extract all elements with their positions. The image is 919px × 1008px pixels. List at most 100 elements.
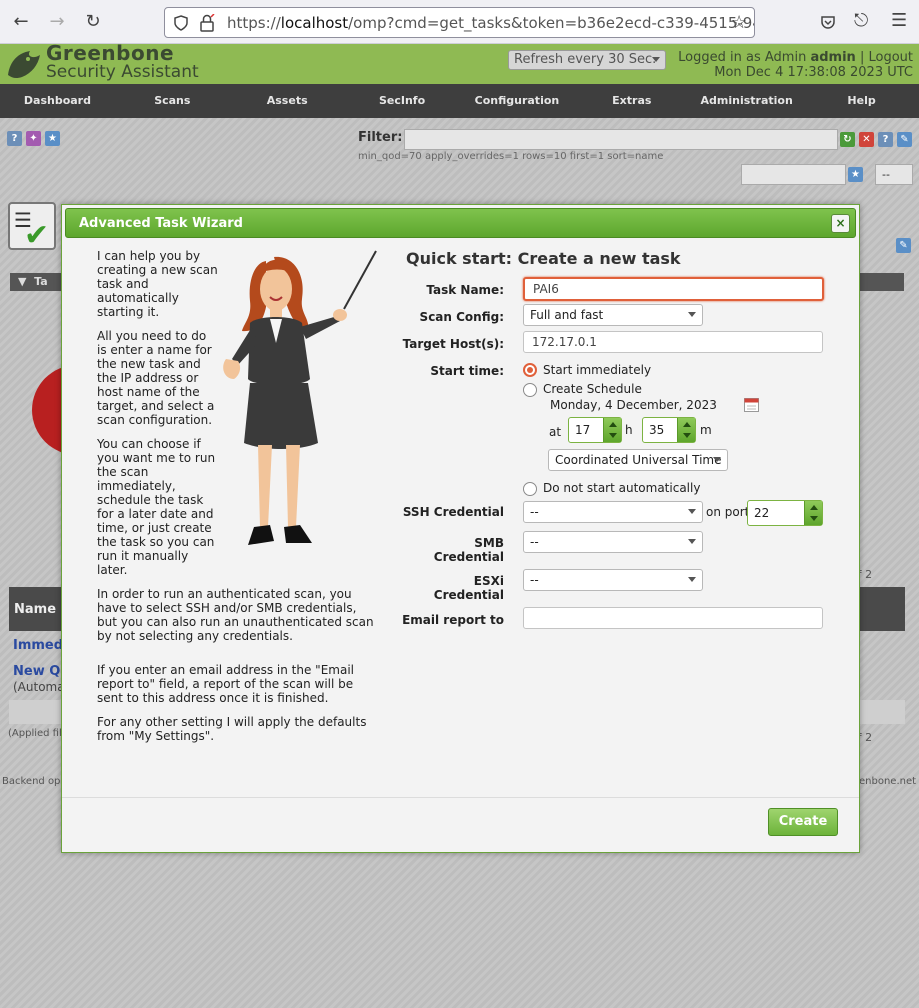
spinner-arrows-icon[interactable] [677, 418, 695, 442]
logout-link[interactable]: Logout [868, 50, 913, 65]
help-paragraph: If you enter an email address in the "Em… [97, 663, 354, 705]
main-nav: Dashboard Scans Assets SecInfo Configura… [0, 84, 919, 118]
help-icon[interactable]: ? [7, 131, 22, 146]
scan-config-label: Scan Config: [419, 310, 504, 324]
app-logo[interactable]: Greenbone Security Assistant [46, 43, 199, 82]
wizard-illustration [223, 250, 377, 545]
datetime: Mon Dec 4 17:38:08 2023 UTC [714, 65, 913, 80]
nav-dashboard[interactable]: Dashboard [0, 84, 115, 118]
tasks-section-icon: ☰ ✔ [8, 202, 56, 253]
chevron-down-icon [688, 509, 696, 514]
help-paragraph: For any other setting I will apply the d… [97, 715, 367, 743]
pocket-icon[interactable] [820, 14, 836, 30]
filter-select[interactable]: -- [875, 164, 913, 185]
app-header: Greenbone Security Assistant Refresh eve… [0, 43, 919, 84]
chevron-down-icon [688, 539, 696, 544]
dialog-divider [62, 797, 859, 798]
nav-extras[interactable]: Extras [574, 84, 689, 118]
new-task-icon[interactable]: ★ [45, 131, 60, 146]
nav-configuration[interactable]: Configuration [460, 84, 575, 118]
chevron-down-icon [688, 577, 696, 582]
target-hosts-input[interactable]: 172.17.0.1 [523, 331, 823, 353]
reload-icon[interactable]: ↻ [80, 9, 106, 35]
esxi-credential-label: ESXi Credential [433, 574, 504, 602]
nav-secinfo[interactable]: SecInfo [345, 84, 460, 118]
task-name-label: Task Name: [426, 283, 504, 297]
start-immediately-label[interactable]: Start immediately [543, 363, 651, 377]
task-name-input[interactable]: PAI6 [523, 277, 824, 301]
at-label: at [549, 425, 562, 439]
bookmark-star-icon[interactable]: ☆ [731, 12, 747, 33]
back-icon[interactable]: ← [8, 9, 34, 35]
close-icon[interactable]: × [831, 214, 850, 233]
help-paragraph: All you need to do is enter a name for t… [97, 329, 215, 427]
dialog-title-bar[interactable]: Advanced Task Wizard × [65, 208, 856, 238]
wizard-icon[interactable]: ✦ [26, 131, 41, 146]
start-time-label: Start time: [430, 364, 504, 378]
url-text: https://localhost/omp?cmd=get_tasks&toke… [227, 14, 755, 32]
hour-spinner[interactable]: 17 [568, 417, 622, 443]
hour-unit: h [625, 423, 633, 437]
smb-credential-label: SMB Credential [433, 536, 504, 564]
browser-toolbar: ← → ↻ https://localhost/omp?cmd=get_task… [0, 0, 919, 44]
ssh-credential-select[interactable]: -- [523, 501, 703, 523]
filter-name-input[interactable] [741, 164, 846, 185]
email-report-label: Email report to [402, 613, 504, 627]
edit-filter-icon[interactable]: ✎ [897, 132, 912, 147]
nav-administration[interactable]: Administration [689, 84, 804, 118]
greenbone-logo-icon [8, 51, 40, 79]
on-port-label: on port [706, 505, 750, 519]
timezone-select[interactable]: Coordinated Universal Time [548, 449, 728, 471]
filter-input[interactable] [404, 129, 838, 150]
save-filter-icon[interactable]: ★ [848, 167, 863, 182]
reset-filter-icon[interactable]: ✕ [859, 132, 874, 147]
minute-unit: m [700, 423, 712, 437]
nav-scans[interactable]: Scans [115, 84, 230, 118]
nav-assets[interactable]: Assets [230, 84, 345, 118]
refresh-filter-icon[interactable]: ↻ [840, 132, 855, 147]
minute-spinner[interactable]: 35 [642, 417, 696, 443]
create-button[interactable]: Create [768, 808, 838, 836]
col-name-header[interactable]: Name [14, 602, 56, 617]
smb-credential-select[interactable]: -- [523, 531, 703, 553]
applied-filter-note: (Applied fil [8, 728, 62, 739]
create-schedule-radio[interactable] [523, 383, 537, 397]
dialog-title: Advanced Task Wizard [79, 216, 243, 231]
username-link[interactable]: admin [810, 50, 855, 65]
start-immediately-radio[interactable] [523, 363, 537, 377]
menu-icon[interactable]: ☰ [891, 10, 907, 31]
filter-help-icon[interactable]: ? [878, 132, 893, 147]
nav-help[interactable]: Help [804, 84, 919, 118]
footer-link[interactable]: enbone.net [859, 776, 916, 787]
spinner-arrows-icon[interactable] [603, 418, 621, 442]
task-link-1[interactable]: Immed [13, 638, 63, 653]
email-report-input[interactable] [523, 607, 823, 629]
forward-icon[interactable]: → [44, 9, 70, 35]
spinner-arrows-icon[interactable] [804, 501, 822, 525]
address-bar[interactable]: https://localhost/omp?cmd=get_tasks&toke… [164, 7, 755, 38]
scan-config-select[interactable]: Full and fast [523, 304, 703, 326]
schedule-date: Monday, 4 December, 2023 [550, 398, 717, 412]
extensions-icon[interactable]: ⎋ [854, 10, 868, 31]
chevron-down-icon [713, 457, 721, 462]
lock-icon [200, 14, 215, 32]
ssh-port-spinner[interactable]: 22 [747, 500, 823, 526]
help-paragraph: You can choose if you want me to run the… [97, 437, 216, 577]
advanced-task-wizard-dialog: Advanced Task Wizard × I can help you by… [61, 204, 860, 853]
chevron-down-icon [688, 312, 696, 317]
filter-label: Filter: [358, 130, 403, 145]
login-info: Logged in as Admin admin | Logout Mon De… [678, 50, 913, 80]
applied-filter-text: min_qod=70 apply_overrides=1 rows=10 fir… [358, 151, 664, 162]
no-auto-start-label[interactable]: Do not start automatically [543, 481, 700, 495]
help-paragraph: I can help you by creating a new scan ta… [97, 249, 218, 319]
chart-settings-icon[interactable]: ✎ [896, 238, 911, 253]
shield-icon [174, 15, 188, 31]
calendar-icon[interactable] [744, 397, 759, 412]
refresh-select[interactable]: Refresh every 30 Sec. [508, 50, 666, 70]
ssh-credential-label: SSH Credential [402, 505, 504, 519]
form-title: Quick start: Create a new task [406, 249, 681, 268]
no-auto-start-radio[interactable] [523, 482, 537, 496]
create-schedule-label[interactable]: Create Schedule [543, 382, 642, 396]
backend-note: Backend op [2, 776, 61, 787]
esxi-credential-select[interactable]: -- [523, 569, 703, 591]
